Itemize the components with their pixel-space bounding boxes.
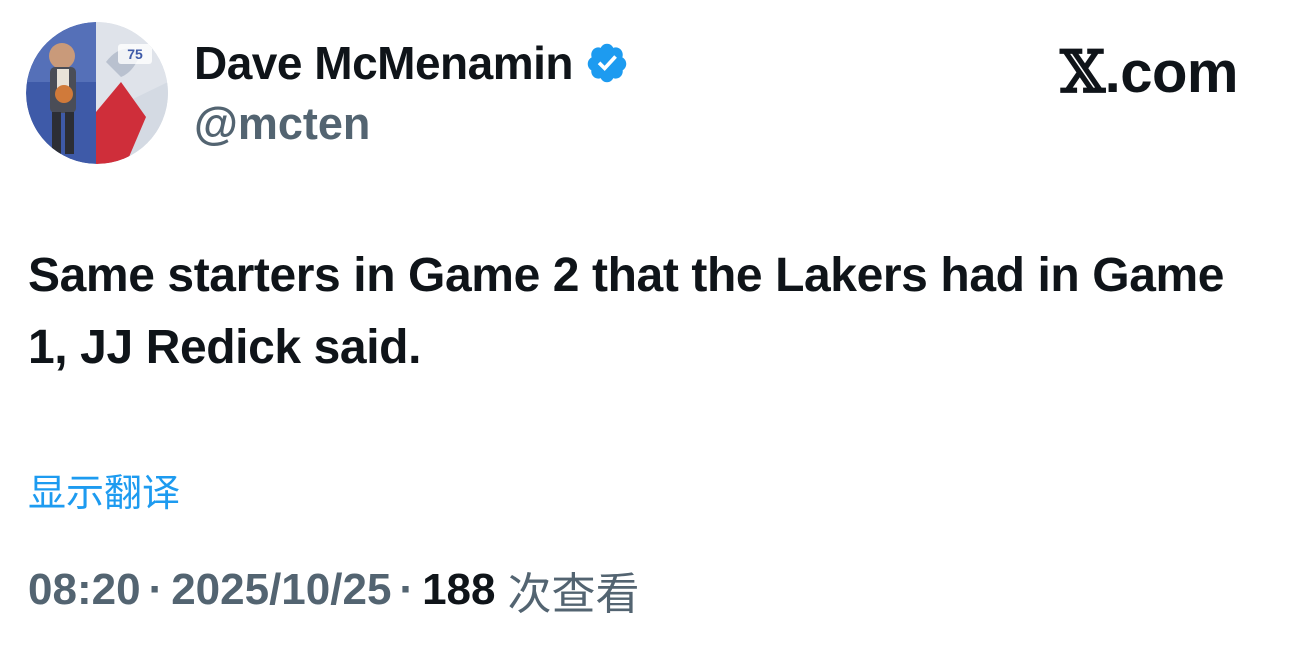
views-count: 188 xyxy=(422,565,496,614)
author-name-row[interactable]: Dave McMenamin xyxy=(194,34,629,92)
x-logo-icon: 𝕏 xyxy=(1060,38,1105,106)
author-name[interactable]: Dave McMenamin xyxy=(194,36,574,90)
views-label: 次查看 xyxy=(507,569,640,620)
avatar-image: 75 xyxy=(26,22,168,164)
tweet-date[interactable]: 2025/10/25 xyxy=(171,565,391,615)
tweet-meta: 08:20 · 2025/10/25 · 188 次查看 xyxy=(28,560,640,620)
tweet-text: Same starters in Game 2 that the Lakers … xyxy=(28,249,1225,374)
tweet-time[interactable]: 08:20 xyxy=(28,565,141,615)
author-handle[interactable]: @mcten xyxy=(194,98,370,150)
meta-separator: · xyxy=(399,565,415,614)
avatar-badge-text: 75 xyxy=(127,46,143,62)
show-translation-link[interactable]: 显示翻译 xyxy=(28,462,180,517)
x-com-watermark: 𝕏.com xyxy=(1060,38,1238,106)
author-avatar[interactable]: 75 xyxy=(26,22,168,164)
watermark-suffix: .com xyxy=(1104,40,1239,105)
meta-separator: · xyxy=(148,565,164,614)
verified-badge-icon xyxy=(585,41,629,85)
